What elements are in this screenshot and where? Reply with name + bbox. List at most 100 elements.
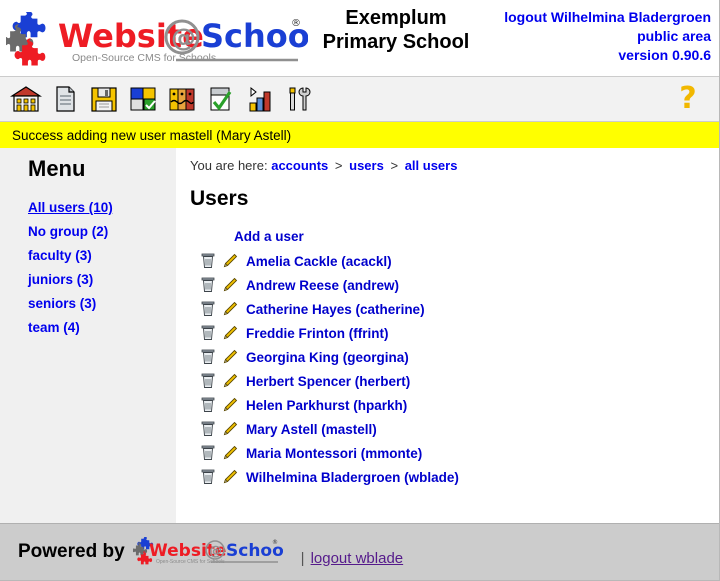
footer-separator: | xyxy=(300,549,305,567)
floppy-disk-icon[interactable] xyxy=(86,81,122,117)
user-link[interactable]: Catherine Hayes (catherine) xyxy=(246,302,425,317)
page-body: Menu All users (10) No group (2) faculty… xyxy=(0,148,719,523)
table-row: Helen Parkhurst (hparkh) xyxy=(190,393,719,417)
sidebar: Menu All users (10) No group (2) faculty… xyxy=(0,148,176,523)
trash-icon[interactable] xyxy=(198,443,218,463)
user-link[interactable]: Amelia Cackle (acackl) xyxy=(246,254,392,269)
header-account-info: logout Wilhelmina Bladergroen public are… xyxy=(504,8,711,65)
table-row: Andrew Reese (andrew) xyxy=(190,273,719,297)
tools-icon[interactable] xyxy=(281,81,317,117)
pencil-icon[interactable] xyxy=(220,443,240,463)
user-list: Amelia Cackle (acackl) Andrew Reese (and… xyxy=(190,249,719,489)
table-row: Amelia Cackle (acackl) xyxy=(190,249,719,273)
pencil-icon[interactable] xyxy=(220,323,240,343)
pencil-icon[interactable] xyxy=(220,299,240,319)
trash-icon[interactable] xyxy=(198,419,218,439)
trash-icon[interactable] xyxy=(198,299,218,319)
pencil-icon[interactable] xyxy=(220,395,240,415)
status-message-text: Success adding new user mastell (Mary As… xyxy=(12,127,292,143)
breadcrumb-link-users[interactable]: users xyxy=(349,158,384,173)
trash-icon[interactable] xyxy=(198,251,218,271)
users-faces-icon[interactable] xyxy=(164,81,200,117)
header-area-label: public area xyxy=(637,28,711,44)
page-footer: Powered by Website @ School ® Open-Sourc… xyxy=(0,523,719,580)
user-link[interactable]: Herbert Spencer (herbert) xyxy=(246,374,410,389)
school-icon[interactable] xyxy=(8,81,44,117)
user-link[interactable]: Freddie Frinton (ffrint) xyxy=(246,326,388,341)
page-icon[interactable] xyxy=(47,81,83,117)
sidebar-link-all-users[interactable]: All users (10) xyxy=(28,200,113,215)
bar-chart-icon[interactable] xyxy=(242,81,278,117)
add-user-link[interactable]: Add a user xyxy=(234,229,304,244)
sidebar-item-team: team (4) xyxy=(28,320,176,335)
pencil-icon[interactable] xyxy=(220,419,240,439)
help-icon[interactable]: ? xyxy=(673,81,703,117)
site-logo-wordmark: Website @ School ® Open-Source CMS for S… xyxy=(58,17,308,64)
table-row: Freddie Frinton (ffrint) xyxy=(190,321,719,345)
sidebar-item-all-users: All users (10) xyxy=(28,200,176,215)
table-row: Catherine Hayes (catherine) xyxy=(190,297,719,321)
header-version-label: version 0.90.6 xyxy=(618,47,711,63)
application-window: Website @ School ® Open-Source CMS for S… xyxy=(0,0,720,581)
svg-text:®: ® xyxy=(272,539,278,546)
sidebar-link-faculty[interactable]: faculty (3) xyxy=(28,248,92,263)
header-logout-link[interactable]: logout Wilhelmina Bladergroen xyxy=(504,9,711,25)
table-row: Maria Montessori (mmonte) xyxy=(190,441,719,465)
table-row: Wilhelmina Bladergroen (wblade) xyxy=(190,465,719,489)
footer-logo: Website @ School ® Open-Source CMS for S… xyxy=(132,537,283,565)
page-header: Website @ School ® Open-Source CMS for S… xyxy=(0,0,719,76)
user-link[interactable]: Mary Astell (mastell) xyxy=(246,422,377,437)
sidebar-title: Menu xyxy=(28,156,86,181)
trash-icon[interactable] xyxy=(198,467,218,487)
sidebar-link-team[interactable]: team (4) xyxy=(28,320,80,335)
table-row: Mary Astell (mastell) xyxy=(190,417,719,441)
breadcrumb-prefix: You are here: xyxy=(190,158,268,173)
pencil-icon[interactable] xyxy=(220,251,240,271)
sidebar-item-juniors: juniors (3) xyxy=(28,272,176,287)
puzzle-modules-icon[interactable] xyxy=(125,81,161,117)
table-row: Georgina King (georgina) xyxy=(190,345,719,369)
trash-icon[interactable] xyxy=(198,275,218,295)
breadcrumb-separator: > xyxy=(390,158,399,173)
pencil-icon[interactable] xyxy=(220,371,240,391)
footer-logout-link[interactable]: logout wblade xyxy=(311,550,404,567)
powered-by-label: Powered by xyxy=(18,541,125,562)
trash-icon[interactable] xyxy=(198,347,218,367)
trash-icon[interactable] xyxy=(198,395,218,415)
svg-text:@: @ xyxy=(209,544,222,559)
sidebar-item-faculty: faculty (3) xyxy=(28,248,176,263)
trash-icon[interactable] xyxy=(198,371,218,391)
user-link[interactable]: Maria Montessori (mmonte) xyxy=(246,446,422,461)
sidebar-link-juniors[interactable]: juniors (3) xyxy=(28,272,93,287)
add-user-row: Add a user xyxy=(190,229,719,244)
user-link[interactable]: Andrew Reese (andrew) xyxy=(246,278,399,293)
svg-text:®: ® xyxy=(291,18,301,29)
breadcrumb: You are here: accounts > users > all use… xyxy=(190,158,719,173)
main-content: You are here: accounts > users > all use… xyxy=(176,148,719,523)
sidebar-link-seniors[interactable]: seniors (3) xyxy=(28,296,96,311)
pencil-icon[interactable] xyxy=(220,275,240,295)
school-name: Exemplum Primary School xyxy=(316,6,476,54)
pencil-icon[interactable] xyxy=(220,467,240,487)
breadcrumb-link-all-users[interactable]: all users xyxy=(405,158,458,173)
sidebar-item-seniors: seniors (3) xyxy=(28,296,176,311)
user-link[interactable]: Wilhelmina Bladergroen (wblade) xyxy=(246,470,459,485)
puzzle-logo-icon xyxy=(6,12,46,66)
checkmark-clipboard-icon[interactable] xyxy=(203,81,239,117)
school-name-line2: Primary School xyxy=(322,31,470,53)
breadcrumb-link-accounts[interactable]: accounts xyxy=(271,158,328,173)
table-row: Herbert Spencer (herbert) xyxy=(190,369,719,393)
page-title: Users xyxy=(190,187,249,210)
site-logo: Website @ School ® Open-Source CMS for S… xyxy=(6,8,308,70)
sidebar-item-no-group: No group (2) xyxy=(28,224,176,239)
sidebar-link-no-group[interactable]: No group (2) xyxy=(28,224,108,239)
user-link[interactable]: Georgina King (georgina) xyxy=(246,350,409,365)
breadcrumb-separator: > xyxy=(334,158,343,173)
user-link[interactable]: Helen Parkhurst (hparkh) xyxy=(246,398,407,413)
school-name-line1: Exemplum xyxy=(345,7,447,29)
main-toolbar: ? xyxy=(0,76,719,122)
status-message-bar: Success adding new user mastell (Mary As… xyxy=(0,122,719,148)
trash-icon[interactable] xyxy=(198,323,218,343)
logo-tagline: Open-Source CMS for Schools xyxy=(72,52,216,64)
pencil-icon[interactable] xyxy=(220,347,240,367)
